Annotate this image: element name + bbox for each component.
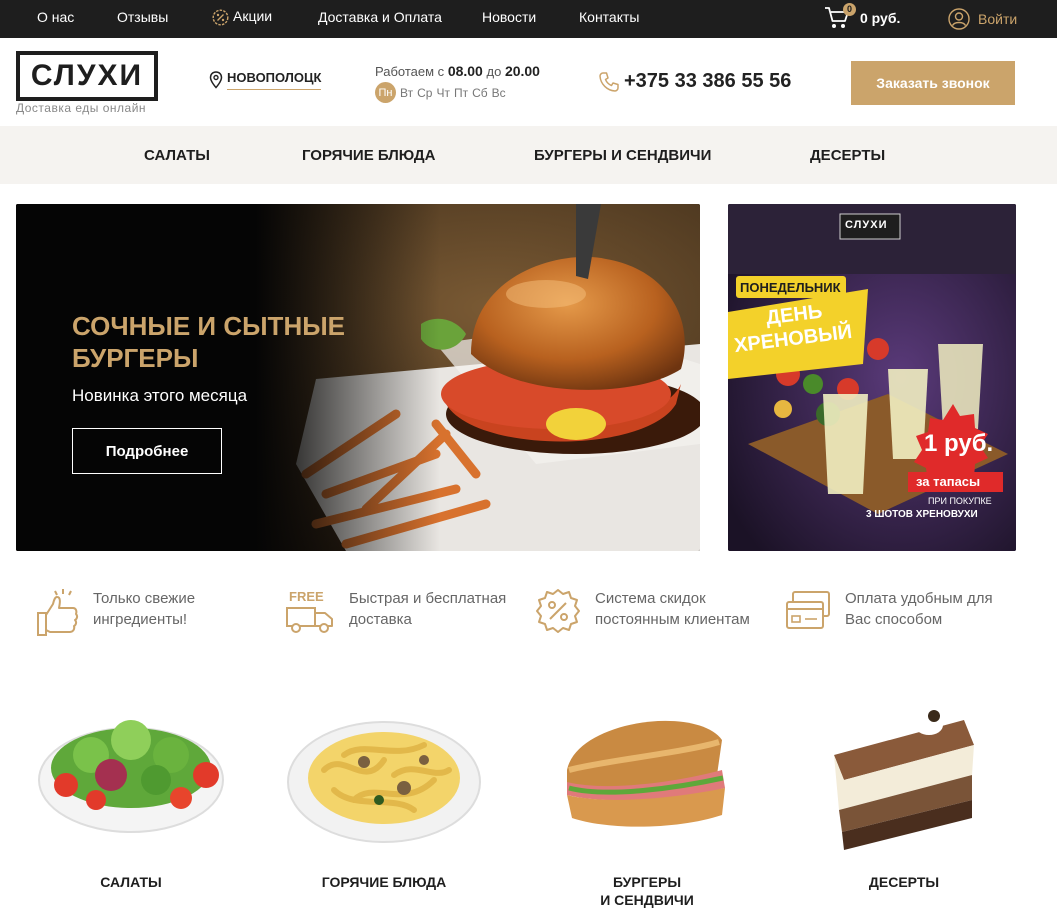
hours-mid: до	[486, 64, 502, 79]
category-card-hot-dishes-label: ГОРЯЧИЕ БЛЮДА	[321, 874, 447, 890]
discount-icon	[212, 9, 229, 26]
working-days: Пн Вт Ср Чт Пт Сб Вс	[375, 82, 510, 103]
logo-tagline: Доставка еды онлайн	[16, 101, 147, 115]
promo-price: 1 руб.	[924, 430, 994, 457]
hours-from: 08.00	[447, 63, 483, 79]
day-today-badge: Пн	[375, 82, 396, 103]
category-card-hot-dishes[interactable]: ГОРЯЧИЕ БЛЮДА	[284, 700, 484, 890]
burger-photo	[16, 204, 700, 551]
salad-image	[38, 720, 224, 833]
day-sat: Сб	[472, 85, 488, 100]
category-nav-burgers[interactable]: БУРГЕРЫ И СЕНДВИЧИ	[534, 147, 711, 164]
top-nav-promotions[interactable]: Акции	[212, 8, 272, 26]
sandwich-image	[567, 720, 725, 827]
category-card-salads[interactable]: САЛАТЫ	[31, 700, 231, 890]
category-nav-desserts[interactable]: ДЕСЕРТЫ	[810, 147, 885, 164]
category-card-burgers-label: БУРГЕРЫ И СЕНДВИЧИ	[600, 874, 694, 908]
thumbs-up-icon	[37, 589, 79, 636]
discount-badge-icon	[536, 589, 580, 633]
payment-cards-icon	[786, 591, 830, 629]
top-nav-contacts[interactable]: Контакты	[579, 9, 639, 25]
category-card-burgers[interactable]: БУРГЕРЫ И СЕНДВИЧИ	[547, 700, 747, 908]
phone-number: +375 33 386 55 56	[624, 70, 792, 92]
promo-condition-2: 3 ШОТОВ ХРЕНОВУХИ	[866, 509, 978, 520]
day-thu: Чт	[436, 85, 450, 100]
city-selector[interactable]: НОВОПОЛОЦК	[209, 70, 322, 90]
login-label: Войти	[978, 11, 1018, 27]
category-card-salads-label: САЛАТЫ	[100, 874, 162, 890]
day-fri: Пт	[453, 85, 469, 100]
city-label: НОВОПОЛОЦК	[227, 70, 322, 90]
login-link[interactable]: Войти	[948, 5, 1017, 33]
promo-day: ПОНЕДЕЛЬНИК	[740, 280, 841, 295]
hero-banner[interactable]: СОЧНЫЕ И СЫТНЫЕ БУРГЕРЫ Новинка этого ме…	[16, 204, 700, 551]
category-nav-hot-dishes[interactable]: ГОРЯЧИЕ БЛЮДА	[302, 147, 435, 164]
working-hours: Работаем с 08.00 до 20.00	[375, 63, 540, 79]
feature-delivery-text: Быстрая и бесплатная доставка	[349, 590, 507, 628]
promo-logo: СЛУХИ	[845, 219, 888, 231]
order-call-button[interactable]: Заказать звонок	[851, 61, 1015, 105]
day-sun: Вс	[491, 85, 506, 100]
top-nav-news[interactable]: Новости	[482, 9, 536, 25]
promo-price-note: за тапасы	[916, 474, 981, 489]
cake-image	[834, 710, 974, 850]
cart-button[interactable]: 0	[824, 3, 856, 33]
feature-discounts-text: Система скидок постоянным клиентам	[595, 590, 750, 628]
top-bar: О нас Отзывы Акции Доставка и Оплата Нов…	[0, 0, 1057, 38]
day-wed: Ср	[417, 85, 433, 100]
cart-sum: 0 руб.	[860, 10, 901, 26]
hero-subtitle: Новинка этого месяца	[72, 386, 248, 405]
logo[interactable]: СЛУХИ	[16, 51, 158, 101]
promo-condition-1: ПРИ ПОКУПКЕ	[928, 496, 992, 506]
category-card-desserts-label: ДЕСЕРТЫ	[868, 874, 940, 890]
cart-count-badge: 0	[843, 3, 856, 16]
category-card-desserts[interactable]: ДЕСЕРТЫ	[804, 700, 1004, 890]
hero-title: СОЧНЫЕ И СЫТНЫЕ БУРГЕРЫ	[72, 311, 346, 373]
feature-payment: Оплата удобным для Вас способом	[785, 588, 993, 634]
feature-payment-text: Оплата удобным для Вас способом	[845, 590, 993, 628]
svg-text:FREE: FREE	[289, 589, 324, 604]
day-tue: Вт	[400, 85, 414, 100]
top-nav-delivery[interactable]: Доставка и Оплата	[318, 9, 442, 25]
hero-details-button[interactable]: Подробнее	[72, 428, 222, 474]
category-nav-salads[interactable]: САЛАТЫ	[144, 147, 210, 164]
free-delivery-truck-icon: FREE	[286, 589, 333, 633]
top-nav-promotions-label: Акции	[233, 8, 273, 24]
promo-banner[interactable]: СЛУХИ ПОНЕДЕЛЬНИК ДЕНЬ ХРЕНОВЫЙ 1 руб. з…	[728, 204, 1016, 551]
hours-prefix: Работаем с	[375, 64, 445, 79]
top-nav-about[interactable]: О нас	[37, 9, 74, 25]
feature-fresh: Только свежие ингредиенты!	[35, 588, 195, 638]
user-icon	[948, 8, 970, 30]
feature-delivery: FREE Быстрая и бесплатная доставка	[285, 588, 506, 636]
location-pin-icon	[209, 71, 223, 89]
phone-icon	[599, 71, 619, 92]
logo-text: СЛУХИ	[30, 59, 144, 92]
feature-fresh-text: Только свежие ингредиенты!	[93, 590, 196, 628]
pasta-image	[287, 721, 481, 843]
hours-to: 20.00	[504, 63, 540, 79]
phone-link[interactable]: +375 33 386 55 56	[598, 70, 791, 93]
category-nav: САЛАТЫ ГОРЯЧИЕ БЛЮДА БУРГЕРЫ И СЕНДВИЧИ …	[0, 126, 1057, 184]
top-nav-reviews[interactable]: Отзывы	[117, 9, 168, 25]
feature-discounts: Система скидок постоянным клиентам	[535, 588, 750, 634]
